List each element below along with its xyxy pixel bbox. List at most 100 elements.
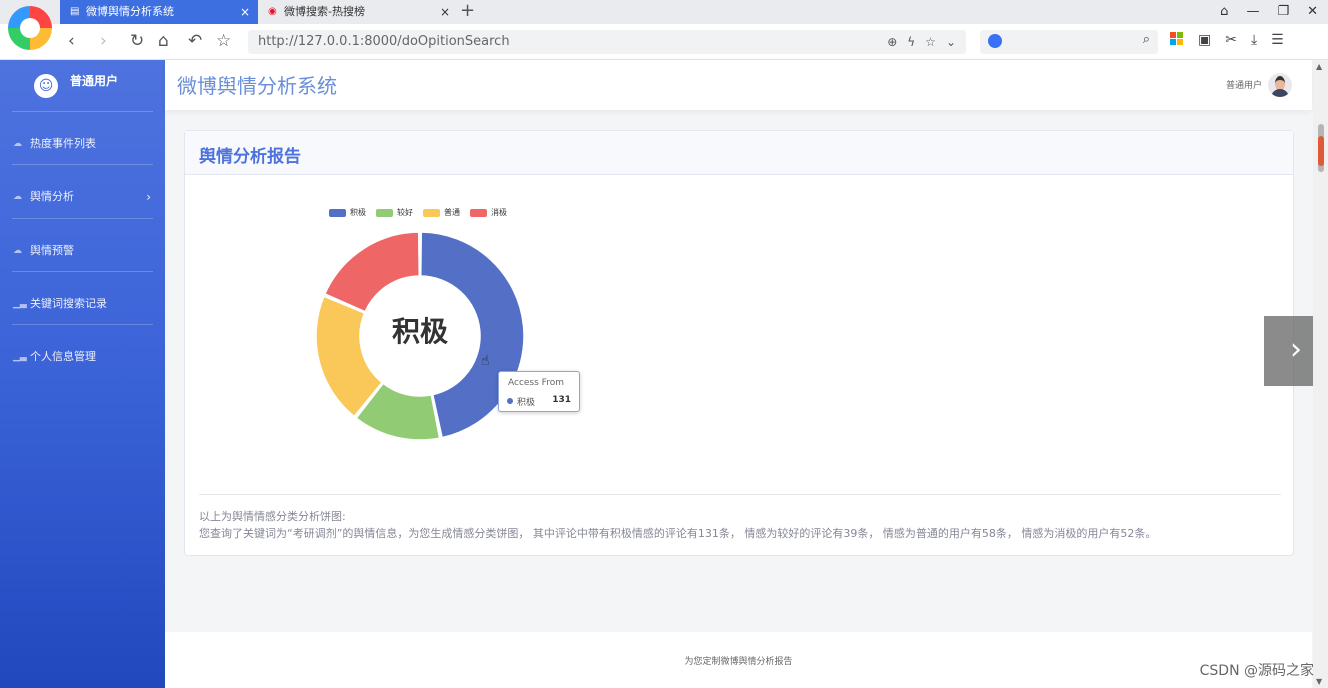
address-bar-icons: ⊕ ϟ ☆ ⌄ <box>887 30 956 54</box>
search-icon[interactable]: ⌕ <box>1143 32 1150 47</box>
back-button[interactable]: ‹ <box>68 30 75 52</box>
window-controls: ⌂ — ❐ ✕ <box>1220 0 1318 24</box>
minimize-button[interactable]: — <box>1246 0 1259 24</box>
sidebar-divider <box>12 324 153 325</box>
home-button[interactable]: ⌂ <box>158 30 169 52</box>
sidebar-item-label: 舆情预警 <box>30 244 74 257</box>
legend-item[interactable]: 较好 <box>376 207 413 218</box>
cloud-icon: ☁ <box>13 139 22 149</box>
card-title: 舆情分析报告 <box>199 147 301 167</box>
chevron-right-icon: › <box>146 190 151 204</box>
close-window-button[interactable]: ✕ <box>1307 0 1318 24</box>
document-icon: ▤ <box>70 6 80 17</box>
tab-weibo-analysis[interactable]: ▤ 微博舆情分析系统 × <box>60 0 258 24</box>
sidebar-item-label: 舆情分析 <box>30 190 74 203</box>
scissors-icon[interactable]: ✂ <box>1225 32 1237 48</box>
tooltip-value: 131 <box>552 395 571 405</box>
chart-icon: ▁▃ <box>13 299 27 309</box>
scroll-thumb[interactable] <box>1318 124 1324 172</box>
windows-icon[interactable] <box>1170 32 1184 46</box>
legend-label: 较好 <box>397 208 413 217</box>
brand-text: 普通用户 <box>70 74 119 88</box>
watermark: CSDN @源码之家 <box>1199 663 1314 679</box>
sidebar-brand[interactable]: ☺ 普通用户 <box>0 60 165 112</box>
card-header: 舆情分析报告 <box>185 131 1293 175</box>
baidu-paw-icon <box>988 34 1002 48</box>
summary-text: 您查询了关键词为“考研调剂”的舆情信息，为您生成情感分类饼图， 其中评论中带有积… <box>199 527 1157 540</box>
restore-button[interactable]: ❐ <box>1277 0 1289 24</box>
forward-button[interactable]: › <box>100 30 107 52</box>
browser-navbar: ‹ › ↻ ⌂ ↶ ☆ http://127.0.0.1:8000/doOpit… <box>0 24 1328 60</box>
sidebar-item-label: 个人信息管理 <box>30 350 96 363</box>
weibo-icon: ◉ <box>268 6 277 17</box>
chart-tooltip: Access From 积极 131 <box>498 371 580 412</box>
search-input[interactable]: ⌕ <box>980 30 1158 54</box>
browser-tab-bar: ▤ 微博舆情分析系统 × ◉ 微博搜索-热搜榜 × + ⌂ — ❐ ✕ <box>0 0 1328 24</box>
sidebar-item-warning[interactable]: ☁ 舆情预警 <box>0 236 165 266</box>
page-scrollbar[interactable]: ▲ ▼ <box>1313 60 1328 688</box>
scroll-down-icon[interactable]: ▼ <box>1316 677 1322 686</box>
laugh-icon: ☺ <box>34 74 58 98</box>
skin-icon[interactable]: ⌂ <box>1220 0 1228 24</box>
footer-text: 为您定制微博舆情分析报告 <box>684 657 793 667</box>
tooltip-marker <box>507 398 513 404</box>
sidebar-item-profile[interactable]: ▁▃ 个人信息管理 <box>0 342 165 372</box>
sidebar-divider <box>12 111 153 112</box>
report-card: 舆情分析报告 积极 较好 普通 消极 积极 Access From 积极 131… <box>184 130 1294 556</box>
top-header: 微博舆情分析系统 普通用户 <box>165 60 1312 110</box>
legend-swatch <box>470 208 487 217</box>
legend-item[interactable]: 消极 <box>470 207 507 218</box>
sentiment-donut-chart[interactable]: 积极 <box>305 221 545 451</box>
scroll-up-icon[interactable]: ▲ <box>1316 62 1322 71</box>
chart-icon: ▁▃ <box>13 352 27 362</box>
page-title: 微博舆情分析系统 <box>177 74 337 98</box>
bookmark-button[interactable]: ☆ <box>216 30 231 52</box>
cloud-icon: ☁ <box>13 246 22 256</box>
star-icon[interactable]: ☆ <box>925 30 936 54</box>
legend-item[interactable]: 积极 <box>329 207 366 218</box>
sidebar-item-analysis[interactable]: ☁ 舆情分析 › <box>0 182 165 212</box>
tab-label: 微博舆情分析系统 <box>86 5 174 18</box>
card-divider <box>199 494 1281 495</box>
sidebar-divider <box>12 164 153 165</box>
chevron-down-icon[interactable]: ⌄ <box>946 30 956 54</box>
legend-swatch <box>423 208 440 217</box>
tab-label: 微博搜索-热搜榜 <box>284 5 365 18</box>
donut-center-label: 积极 <box>392 315 448 348</box>
tooltip-name: 积极 <box>517 398 536 408</box>
legend-swatch <box>329 208 346 217</box>
donut-slice-3[interactable] <box>324 231 420 313</box>
reload-button[interactable]: ↻ <box>130 30 144 52</box>
sidebar-item-hot-events[interactable]: ☁ 热度事件列表 <box>0 129 165 159</box>
new-tab-button[interactable]: + <box>460 0 475 22</box>
sidebar: ☺ 普通用户 ☁ 热度事件列表 ☁ 舆情分析 › ☁ 舆情预警 ▁▃ 关键词搜索… <box>0 60 165 688</box>
chart-legend: 积极 较好 普通 消极 <box>329 207 507 218</box>
hand-cursor-icon: ☝ <box>481 353 490 369</box>
download-icon[interactable]: ⤓ <box>1251 32 1257 48</box>
sidebar-divider <box>12 218 153 219</box>
lightning-icon[interactable]: ϟ <box>907 30 915 54</box>
legend-label: 消极 <box>491 208 507 217</box>
footer: 为您定制微博舆情分析报告 <box>165 632 1312 688</box>
sidebar-item-label: 关键词搜索记录 <box>30 297 107 310</box>
undo-button[interactable]: ↶ <box>188 30 202 52</box>
user-name[interactable]: 普通用户 <box>1226 78 1262 91</box>
legend-item[interactable]: 普通 <box>423 207 460 218</box>
browser-logo-icon[interactable] <box>8 6 52 50</box>
cloud-icon: ☁ <box>13 192 22 202</box>
legend-label: 积极 <box>350 208 366 217</box>
sidebar-divider <box>12 271 153 272</box>
zoom-icon[interactable]: ⊕ <box>887 30 897 54</box>
reader-icon[interactable]: ▣ <box>1198 32 1211 48</box>
tab-weibo-search[interactable]: ◉ 微博搜索-热搜榜 × <box>258 0 458 24</box>
toolbar-icons: ▣ ✂ ⤓ ☰ <box>1170 32 1284 48</box>
close-icon[interactable]: × <box>240 0 250 24</box>
address-bar[interactable]: http://127.0.0.1:8000/doOpitionSearch ⊕ … <box>248 30 966 54</box>
url-text: http://127.0.0.1:8000/doOpitionSearch <box>258 34 510 49</box>
sidebar-item-label: 热度事件列表 <box>30 137 96 150</box>
avatar[interactable] <box>1268 73 1292 97</box>
legend-label: 普通 <box>444 208 460 217</box>
menu-icon[interactable]: ☰ <box>1271 32 1284 48</box>
close-icon[interactable]: × <box>440 0 450 24</box>
sidebar-item-keyword-history[interactable]: ▁▃ 关键词搜索记录 <box>0 289 165 319</box>
